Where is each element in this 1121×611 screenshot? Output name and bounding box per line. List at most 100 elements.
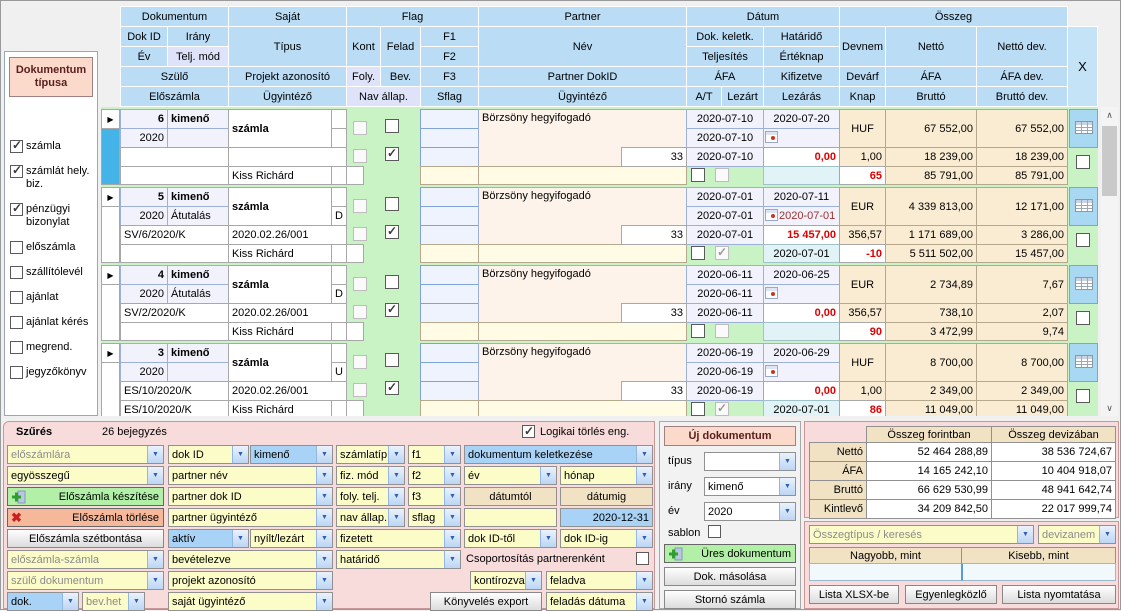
honap-combo[interactable]: hónap▼ — [560, 466, 653, 485]
bev-checkbox[interactable] — [385, 303, 399, 317]
lista-xlsx-button[interactable]: Lista XLSX-be — [809, 585, 899, 604]
chevron-down-icon[interactable]: ▼ — [636, 530, 652, 547]
checkbox-icon[interactable] — [10, 291, 23, 304]
cell-ev[interactable]: 2020 — [120, 206, 168, 226]
row-mark-checkbox[interactable] — [1076, 311, 1090, 325]
cell-irany[interactable]: kimenő — [167, 343, 229, 363]
cell-devarf[interactable]: 1,00 — [839, 381, 886, 401]
feladas-datuma-combo[interactable]: feladás dátuma▼ — [546, 592, 653, 611]
lista-nyomtatasa-button[interactable]: Lista nyomtatása — [1002, 585, 1116, 604]
row-detail-button[interactable] — [1069, 109, 1098, 148]
checkbox-icon[interactable] — [10, 366, 23, 379]
cell-f1[interactable] — [420, 265, 479, 285]
cell-small-1[interactable] — [331, 400, 347, 416]
doc-type-eloszamla[interactable]: előszámla — [10, 241, 96, 254]
checkbox-icon[interactable] — [10, 316, 23, 329]
fizetett-combo[interactable]: fizetett▼ — [336, 529, 461, 548]
cell-flag[interactable]: U — [331, 362, 347, 382]
cell-flag-top[interactable] — [331, 265, 347, 285]
cell-knap[interactable]: 65 — [839, 166, 886, 185]
cell-f3[interactable] — [420, 381, 479, 401]
cell-dok-keletk[interactable]: 2020-07-01 — [686, 187, 764, 207]
calendar-icon[interactable] — [765, 130, 778, 146]
cell-netto-dev[interactable]: 8 700,00 — [976, 343, 1068, 382]
chevron-down-icon[interactable]: ▼ — [316, 488, 332, 505]
cell-flag[interactable]: D — [331, 206, 347, 226]
checkbox-icon[interactable] — [10, 341, 23, 354]
chevron-down-icon[interactable]: ▼ — [540, 467, 556, 484]
cell-dok-id[interactable]: 4 — [120, 265, 168, 285]
partner-ugyintezo-combo[interactable]: partner ügyintéző▼ — [168, 508, 333, 527]
cell-afa-dev[interactable]: 18 239,00 — [976, 147, 1068, 167]
cell-ev[interactable]: 2020 — [120, 362, 168, 382]
checkbox-icon[interactable] — [10, 241, 23, 254]
eloszamla-szetbontasa-button[interactable]: Előszámla szétbontása — [7, 529, 164, 548]
cell-kifizetve[interactable]: 0,00 — [763, 147, 840, 167]
cell-irany[interactable]: kimenő — [167, 109, 229, 129]
row-pointer-icon[interactable]: ▶ — [101, 109, 120, 129]
sajat-ugyintezo-combo[interactable]: saját ügyintéző▼ — [168, 592, 333, 611]
calendar-icon[interactable] — [765, 208, 778, 224]
hatarido-combo[interactable]: határidő▼ — [336, 550, 461, 569]
doc-type-szamla[interactable]: számla — [10, 140, 96, 153]
cell-kifizetve[interactable]: 15 457,00 — [763, 225, 840, 245]
cell-devarf[interactable]: 356,57 — [839, 225, 886, 245]
cell-hatarido[interactable]: 2020-07-11 — [763, 187, 840, 207]
doc-type-penzugyi-bizonylat[interactable]: pénzügyi bizonylat — [10, 203, 96, 229]
dok-combo[interactable]: dok.▼ — [7, 592, 79, 611]
cell-partner-ugyintezo[interactable] — [478, 400, 687, 416]
cell-ugyintezo[interactable]: Kiss Richárd — [228, 244, 332, 263]
cell-netto[interactable]: 67 552,00 — [885, 109, 977, 148]
scrollbar-thumb[interactable] — [1102, 126, 1117, 196]
row-pointer-icon[interactable]: ▶ — [101, 187, 120, 207]
row-mark-checkbox[interactable] — [1076, 389, 1090, 403]
chevron-down-icon[interactable]: ▼ — [232, 530, 248, 547]
cell-f1[interactable] — [420, 343, 479, 363]
cell-telj-mod[interactable] — [167, 362, 229, 382]
chevron-down-icon[interactable]: ▼ — [636, 446, 652, 463]
cell-brutto-dev[interactable]: 85 791,00 — [976, 166, 1068, 185]
table-row[interactable]: ▶ 6 kimenő 2020 számla Kiss Richárd — [101, 109, 1098, 185]
table-row[interactable]: ▶ 5 kimenő 2020 Átutalás számla D SV/6/2… — [101, 187, 1098, 263]
cell-afa-dev[interactable]: 3 286,00 — [976, 225, 1068, 245]
chevron-down-icon[interactable]: ▼ — [232, 446, 248, 463]
cell-devnem[interactable]: HUF — [839, 109, 886, 148]
doc-type-ajanlat[interactable]: ajánlat — [10, 291, 96, 304]
chevron-down-icon[interactable]: ▼ — [779, 478, 795, 495]
cell-brutto[interactable]: 3 472,99 — [885, 322, 977, 341]
cell-sflag[interactable] — [420, 244, 479, 263]
logical-delete-checkbox[interactable] — [522, 425, 535, 438]
cell-brutto-dev[interactable]: 11 049,00 — [976, 400, 1068, 416]
cell-knap[interactable]: 90 — [839, 322, 886, 341]
cell-projekt[interactable]: 2020.02.26/001 — [228, 303, 347, 323]
cell-hatarido[interactable]: 2020-07-20 — [763, 109, 840, 129]
chevron-down-icon[interactable]: ▼ — [779, 503, 795, 520]
cell-irany[interactable]: kimenő — [167, 265, 229, 285]
cell-afa[interactable]: 738,10 — [885, 303, 977, 323]
cell-afa[interactable]: 2 349,00 — [885, 381, 977, 401]
aktiv-combo[interactable]: aktív▼ — [168, 529, 249, 548]
cell-afa-dev[interactable]: 2 349,00 — [976, 381, 1068, 401]
cell-brutto-dev[interactable]: 15 457,00 — [976, 244, 1068, 263]
chevron-down-icon[interactable]: ▼ — [388, 467, 404, 484]
eloszamla-torlese-button[interactable]: ✖Előszámla törlése — [7, 508, 164, 527]
chevron-down-icon[interactable]: ▼ — [540, 530, 556, 547]
cell-partner-ugyintezo[interactable] — [478, 322, 687, 341]
calendar-icon[interactable] — [765, 286, 778, 302]
calendar-icon[interactable] — [765, 364, 778, 380]
cell-netto-dev[interactable]: 67 552,00 — [976, 109, 1068, 148]
row-pointer-icon[interactable]: ▶ — [101, 343, 120, 363]
doc-type-szamlat-hely-biz[interactable]: számlát hely. biz. — [10, 165, 96, 191]
row-detail-button[interactable] — [1069, 187, 1098, 226]
cell-flag-top[interactable] — [331, 343, 347, 363]
new-ev-combo[interactable]: 2020▼ — [704, 502, 796, 521]
cell-elodok[interactable]: ES/10/2020/K — [120, 400, 229, 416]
cell-knap[interactable]: 86 — [839, 400, 886, 416]
cell-f2[interactable] — [420, 128, 479, 148]
felad-checkbox[interactable] — [385, 119, 399, 133]
cell-dok-id[interactable]: 5 — [120, 187, 168, 207]
chevron-down-icon[interactable]: ▼ — [388, 509, 404, 526]
cell-partner-dokid[interactable]: 33 — [621, 303, 687, 323]
cell-partner-dokid[interactable]: 33 — [621, 381, 687, 401]
cell-irany[interactable]: kimenő — [167, 187, 229, 207]
